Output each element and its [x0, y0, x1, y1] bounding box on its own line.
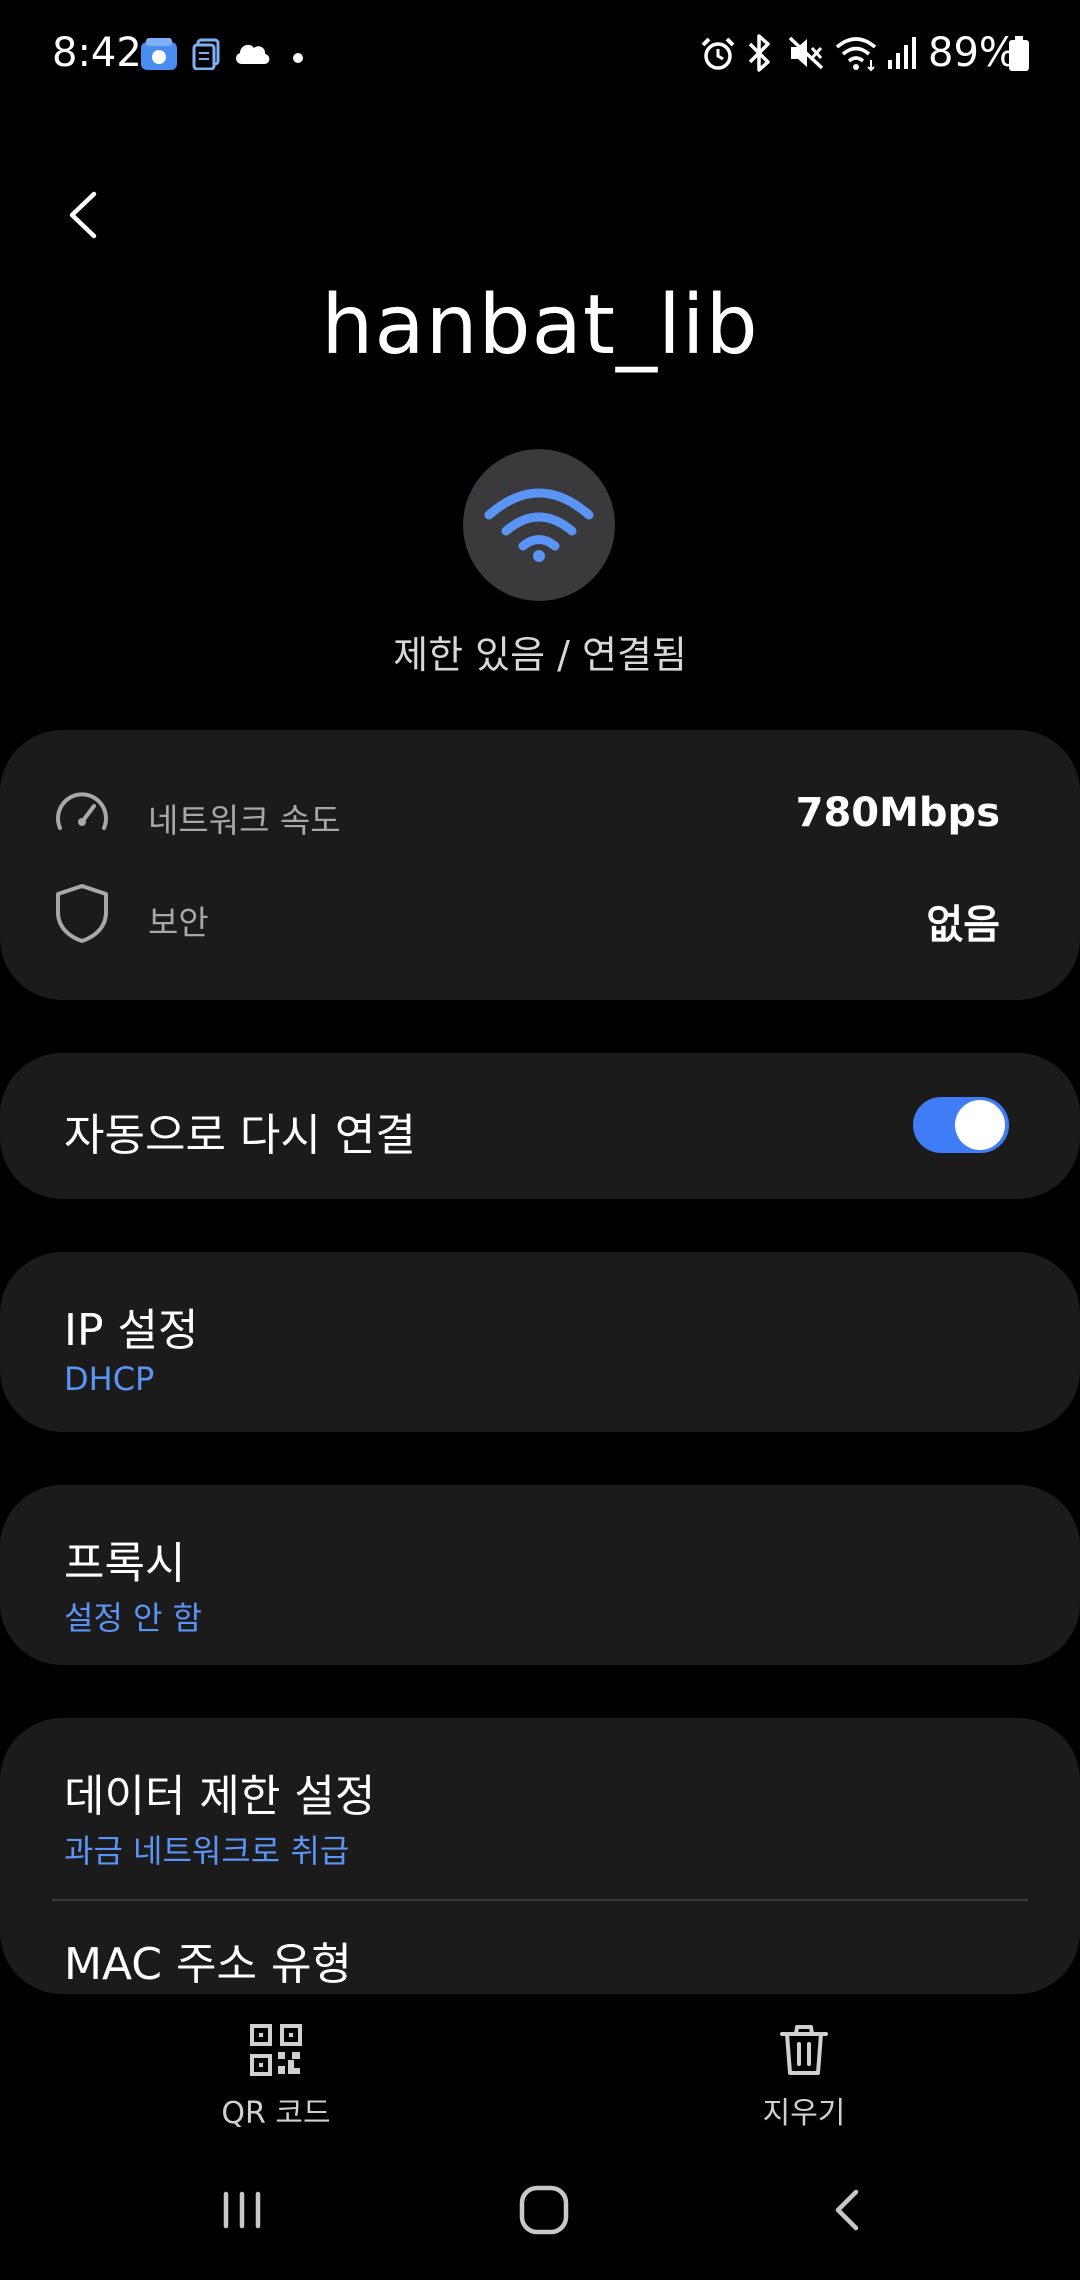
status-time: 8:42 [52, 30, 142, 76]
proxy-title: 프록시 [64, 1538, 186, 1589]
status-bar: 8:42 89% [0, 0, 1080, 110]
alarm-icon [700, 36, 736, 76]
security-label: 보안 [148, 903, 209, 942]
back-icon [835, 2189, 859, 2231]
shield-icon [52, 882, 112, 948]
files-icon [192, 38, 220, 74]
home-button[interactable] [514, 2180, 574, 2244]
network-name: hanbat_lib [321, 278, 759, 373]
signal-icon [886, 36, 916, 74]
delete-label: 지우기 [762, 2096, 846, 2131]
qr-code-button[interactable]: QR 코드 [156, 2024, 396, 2132]
gallery-icon [140, 36, 178, 76]
mute-icon [788, 34, 824, 76]
trash-icon [780, 2025, 828, 2075]
network-info-card: 네트워크 속도 780Mbps 보안 없음 [0, 730, 1080, 1000]
bottom-action-bar: QR 코드 지우기 [0, 1996, 1080, 2146]
dot-icon [292, 49, 304, 68]
network-speed-row: 네트워크 속도 780Mbps [0, 770, 1080, 860]
chevron-left-icon [69, 191, 97, 239]
security-row: 보안 없음 [0, 872, 1080, 962]
wifi-icon [484, 488, 594, 562]
delete-button[interactable]: 지우기 [684, 2024, 924, 2132]
wifi-status-icon [834, 34, 878, 76]
advanced-settings-card: 데이터 제한 설정 과금 네트워크로 취급 MAC 주소 유형 [0, 1718, 1080, 1994]
ip-settings-title: IP 설정 [64, 1305, 199, 1356]
proxy-row[interactable]: 프록시 설정 안 함 [0, 1485, 1080, 1665]
recent-apps-icon [223, 2191, 261, 2229]
battery-percent: 89% [928, 30, 1017, 76]
speedometer-icon [52, 784, 112, 848]
toggle-knob [955, 1100, 1005, 1150]
divider [52, 1899, 1028, 1901]
ip-settings-row[interactable]: IP 설정 DHCP [0, 1252, 1080, 1432]
wifi-network-details-screen: 8:42 89% hanbat_lib 제한 있음 / 연결됨 네트워크 속도 … [0, 0, 1080, 2280]
mac-address-type-row[interactable]: MAC 주소 유형 [64, 1928, 352, 1992]
back-button[interactable] [50, 180, 120, 250]
security-value: 없음 [926, 902, 1000, 948]
network-speed-value: 780Mbps [795, 790, 1000, 836]
connection-status: 제한 있음 / 연결됨 [393, 633, 687, 677]
battery-icon [1008, 36, 1030, 76]
wifi-signal-badge [463, 449, 615, 601]
cloud-icon [232, 40, 272, 70]
network-speed-label: 네트워크 속도 [148, 801, 341, 840]
data-limit-title: 데이터 제한 설정 [64, 1771, 376, 1822]
bluetooth-icon [746, 34, 774, 76]
auto-reconnect-label: 자동으로 다시 연결 [64, 1110, 416, 1161]
home-icon [519, 2185, 569, 2235]
system-navigation-bar [0, 2150, 1080, 2280]
proxy-value: 설정 안 함 [64, 1599, 203, 1637]
data-limit-value: 과금 네트워크로 취급 [64, 1832, 350, 1870]
qr-code-label: QR 코드 [221, 2096, 331, 2131]
qr-code-icon [250, 2024, 302, 2076]
nav-back-button[interactable] [818, 2180, 878, 2244]
auto-reconnect-row[interactable]: 자동으로 다시 연결 [0, 1053, 1080, 1199]
recent-apps-button[interactable] [212, 2180, 272, 2244]
ip-settings-value: DHCP [64, 1360, 155, 1398]
auto-reconnect-toggle[interactable] [913, 1097, 1009, 1153]
